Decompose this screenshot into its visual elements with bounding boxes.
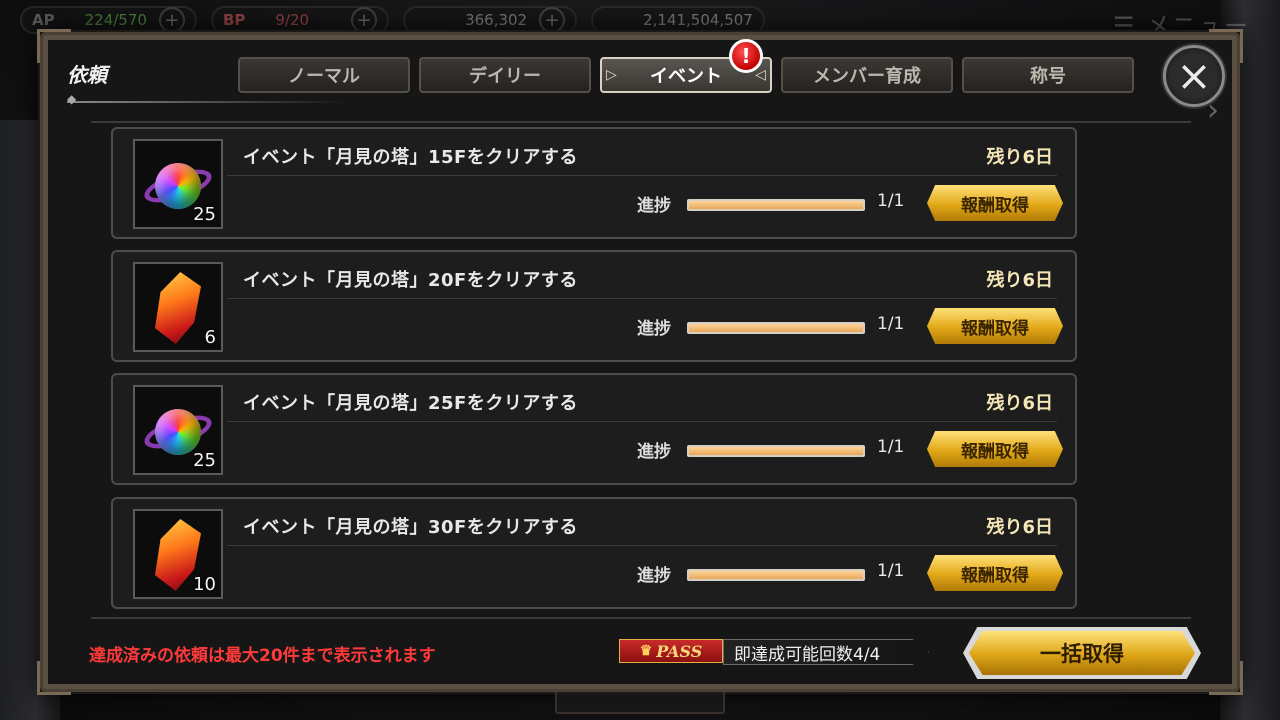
ap-label: AP xyxy=(32,11,55,29)
reward-item-slot: 6 xyxy=(133,262,223,352)
currency2-value: 2,141,504,507 xyxy=(643,11,753,29)
tab-bar: ノーマル デイリー ▷ イベント ◁ メンバー育成 称号 xyxy=(238,57,1134,93)
request-modal: 依頼 ノーマル デイリー ▷ イベント ◁ メンバー育成 称号 ! × › 25… xyxy=(37,29,1243,695)
chevron-right-icon: › xyxy=(1207,93,1219,128)
background-label-plate xyxy=(555,690,725,714)
quest-title: イベント「月見の塔」20Fをクリアする xyxy=(243,270,578,291)
tab-label: デイリー xyxy=(469,66,541,87)
currency1-plus-icon[interactable]: + xyxy=(539,7,566,33)
tab-daily[interactable]: デイリー xyxy=(419,57,591,93)
list-item: 10 イベント「月見の塔」30Fをクリアする 残り6日 進捗 1/1 報酬取得 xyxy=(111,497,1077,609)
reward-item-slot: 25 xyxy=(133,385,223,475)
progress-label: 進捗 xyxy=(637,196,671,216)
claim-reward-button[interactable]: 報酬取得 xyxy=(927,555,1063,591)
remaining-time: 残り6日 xyxy=(986,147,1053,168)
crown-icon: ♛ xyxy=(639,643,653,659)
tab-label: 称号 xyxy=(1030,66,1066,87)
remaining-time: 残り6日 xyxy=(986,393,1053,414)
tab-normal[interactable]: ノーマル xyxy=(238,57,410,93)
progress-label: 進捗 xyxy=(637,442,671,462)
list-item: 6 イベント「月見の塔」20Fをクリアする 残り6日 進捗 1/1 報酬取得 xyxy=(111,250,1077,362)
list-item: 25 イベント「月見の塔」15Fをクリアする 残り6日 進捗 1/1 報酬取得 xyxy=(111,127,1077,239)
progress-bar xyxy=(687,199,865,211)
progress-fill xyxy=(689,571,863,579)
bulk-claim-button[interactable]: 一括取得 xyxy=(969,631,1195,675)
close-icon: × xyxy=(1176,51,1212,100)
quest-title: イベント「月見の塔」30Fをクリアする xyxy=(243,517,578,538)
progress-fill xyxy=(689,201,863,209)
tab-label: メンバー育成 xyxy=(813,66,921,87)
red-crystal-icon xyxy=(155,272,201,344)
currency1-value: 366,302 xyxy=(465,11,528,29)
item-count: 25 xyxy=(193,204,216,225)
item-count: 6 xyxy=(204,327,216,348)
progress-bar xyxy=(687,445,865,457)
reward-item-slot: 10 xyxy=(133,509,223,599)
frame-corner-ornament xyxy=(37,29,71,63)
progress-value: 1/1 xyxy=(877,437,905,457)
progress-bar xyxy=(687,569,865,581)
divider xyxy=(227,421,1057,422)
tab-member-training[interactable]: メンバー育成 xyxy=(781,57,953,93)
progress-fill xyxy=(689,324,863,332)
list-item: 25 イベント「月見の塔」25Fをクリアする 残り6日 進捗 1/1 報酬取得 xyxy=(111,373,1077,485)
bp-value: 9/20 xyxy=(275,11,310,29)
pass-instant-count: 即達成可能回数4/4 xyxy=(723,639,929,665)
progress-value: 1/1 xyxy=(877,314,905,334)
ap-plus-icon[interactable]: + xyxy=(158,7,185,33)
tab-arrow-right-icon: ◁ xyxy=(755,67,766,83)
divider xyxy=(227,175,1057,176)
claim-reward-button[interactable]: 報酬取得 xyxy=(927,308,1063,344)
item-count: 10 xyxy=(193,574,216,595)
ap-value: 224/570 xyxy=(84,11,147,29)
claim-reward-button[interactable]: 報酬取得 xyxy=(927,431,1063,467)
frame-corner-ornament xyxy=(37,661,71,695)
tab-label: ノーマル xyxy=(288,66,360,87)
claim-reward-button[interactable]: 報酬取得 xyxy=(927,185,1063,221)
bp-plus-icon[interactable]: + xyxy=(351,7,378,33)
quest-title: イベント「月見の塔」25Fをクリアする xyxy=(243,393,578,414)
display-limit-note: 達成済みの依頼は最大20件まで表示されます xyxy=(89,646,436,666)
progress-value: 1/1 xyxy=(877,561,905,581)
progress-fill xyxy=(689,447,863,455)
divider xyxy=(227,298,1057,299)
remaining-time: 残り6日 xyxy=(986,270,1053,291)
pass-label: PASS xyxy=(656,641,703,661)
item-count: 25 xyxy=(193,450,216,471)
progress-label: 進捗 xyxy=(637,319,671,339)
currency2-stat: 2,141,504,507 xyxy=(591,6,765,34)
tab-arrow-left-icon: ▷ xyxy=(606,67,617,83)
progress-label: 進捗 xyxy=(637,566,671,586)
bp-label: BP xyxy=(222,11,246,29)
alert-badge-icon: ! xyxy=(729,39,763,73)
frame-corner-ornament xyxy=(1209,661,1243,695)
modal-title: 依頼 xyxy=(67,63,107,87)
currency1-stat: 366,302 + xyxy=(403,6,578,34)
tab-title[interactable]: 称号 xyxy=(962,57,1134,93)
quest-title: イベント「月見の塔」15Fをクリアする xyxy=(243,147,578,168)
tab-label: イベント xyxy=(650,66,722,87)
bp-stat: BP 9/20 + xyxy=(210,6,390,34)
title-ornament xyxy=(67,92,347,107)
reward-item-slot: 25 xyxy=(133,139,223,229)
pass-badge: ♛ PASS xyxy=(619,639,723,663)
progress-value: 1/1 xyxy=(877,191,905,211)
progress-bar xyxy=(687,322,865,334)
remaining-time: 残り6日 xyxy=(986,517,1053,538)
divider xyxy=(227,545,1057,546)
